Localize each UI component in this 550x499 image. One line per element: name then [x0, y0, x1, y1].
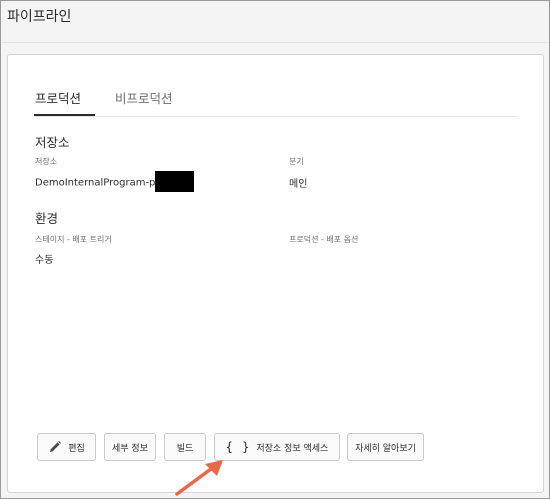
- pencil-icon: [48, 440, 62, 454]
- branch-label: 분기: [289, 157, 304, 166]
- production-deploy-options-label: 프로덕션 - 배포 옵션: [289, 235, 359, 244]
- pipeline-card: [7, 54, 544, 493]
- repository-value: DemoInternalProgram-p: [35, 171, 195, 193]
- pipeline-panel: 파이프라인 프로덕션 비프로덕션 저장소 저장소 DemoInternalPro…: [0, 0, 550, 499]
- tab-non-production[interactable]: 비프로덕션: [115, 88, 173, 107]
- curly-braces-icon: { }: [225, 440, 251, 454]
- title-divider: [2, 42, 548, 43]
- repository-name: DemoInternalProgram-p: [35, 177, 156, 189]
- environment-section-title: 환경: [35, 211, 59, 226]
- stage-trigger-value: 수동: [35, 255, 54, 266]
- details-button-label: 세부 정보: [112, 443, 148, 454]
- stage-trigger-label: 스테이지 - 배포 트리거: [35, 235, 112, 244]
- edit-button-label: 편집: [68, 443, 85, 454]
- learn-more-button-label: 자세히 알아보기: [355, 443, 416, 454]
- repository-label: 저장소: [35, 157, 58, 166]
- repo-access-button-label: 저장소 정보 액세스: [256, 443, 329, 454]
- tab-divider: [34, 116, 517, 117]
- page-title: 파이프라인: [7, 9, 72, 25]
- repo-access-button[interactable]: { } 저장소 정보 액세스: [214, 433, 340, 461]
- tab-production[interactable]: 프로덕션: [35, 88, 81, 107]
- learn-more-button[interactable]: 자세히 알아보기: [347, 433, 424, 461]
- edit-button[interactable]: 편집: [37, 433, 96, 461]
- redaction-block: [155, 171, 195, 192]
- details-button[interactable]: 세부 정보: [104, 433, 156, 461]
- repository-section-title: 저장소: [35, 135, 70, 150]
- annotation-arrow-icon: [175, 460, 223, 496]
- branch-value: 메인: [289, 179, 308, 190]
- build-button-label: 빌드: [176, 443, 194, 454]
